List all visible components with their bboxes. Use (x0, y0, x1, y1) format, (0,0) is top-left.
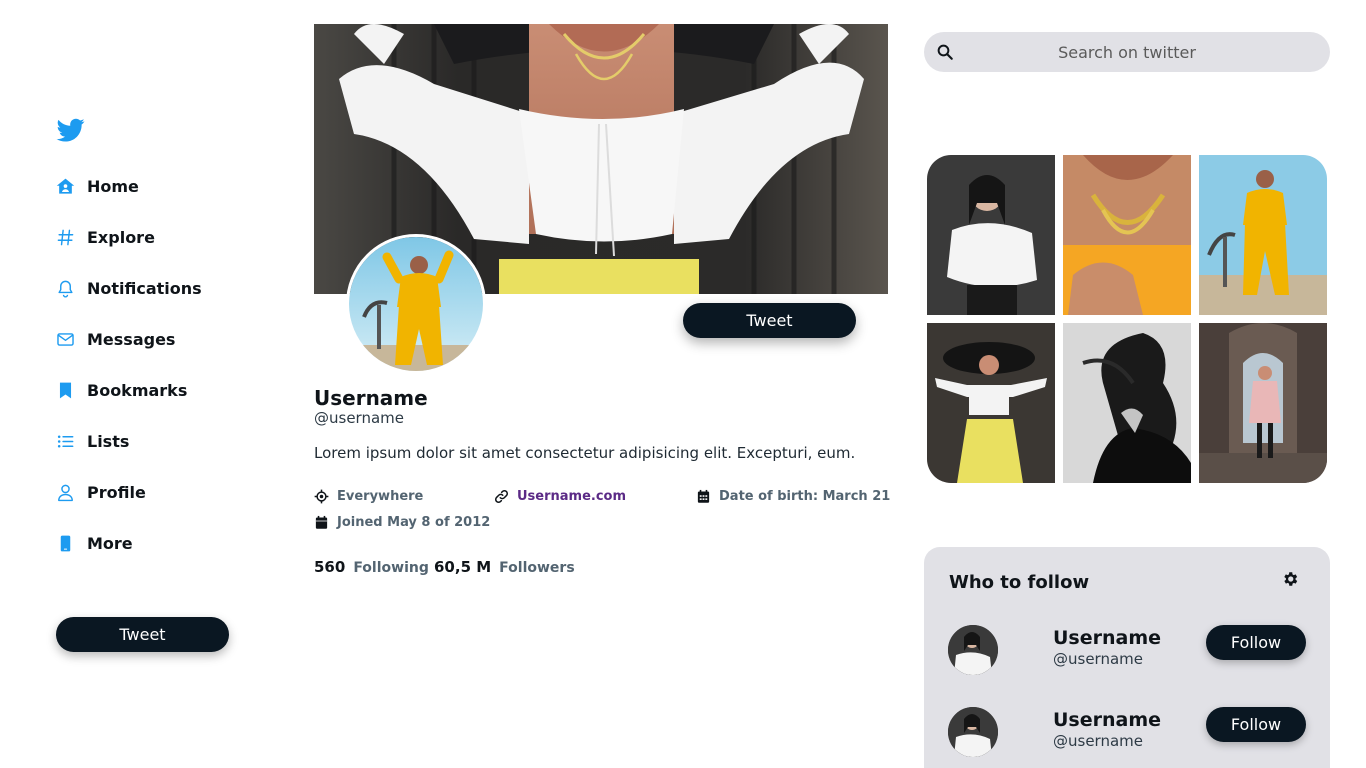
avatar[interactable] (948, 707, 998, 757)
profile-handle: @username (314, 409, 404, 427)
home-icon (55, 176, 75, 196)
nav-profile-label: Profile (87, 482, 146, 502)
following-label[interactable]: Following (353, 560, 429, 576)
gallery-photo-2[interactable] (1063, 155, 1191, 315)
nav-explore[interactable]: Explore (55, 225, 155, 249)
profile-birthdate-text: Date of birth: March 21 (719, 489, 891, 504)
follow-user-handle: @username (1053, 732, 1143, 750)
following-count: 560 (314, 558, 346, 576)
profile-name: Username (314, 386, 428, 410)
followers-label[interactable]: Followers (499, 560, 575, 576)
nav-profile[interactable]: Profile (55, 480, 146, 504)
nav-bookmarks-label: Bookmarks (87, 380, 188, 400)
profile-location-text: Everywhere (337, 489, 424, 504)
nav-messages[interactable]: Messages (55, 327, 175, 351)
gear-icon[interactable] (1281, 570, 1299, 588)
profile-website-text[interactable]: Username.com (517, 489, 626, 504)
profile-location: Everywhere (314, 489, 423, 504)
profile-avatar[interactable] (346, 234, 486, 374)
nav-more[interactable]: More (55, 531, 133, 555)
profile-joined-text: Joined May 8 of 2012 (337, 515, 491, 530)
search-bar[interactable] (924, 32, 1330, 72)
who-to-follow-panel: Who to follow Username @username Follow … (924, 547, 1330, 768)
gallery-photo-3[interactable] (1199, 155, 1327, 315)
who-to-follow-title: Who to follow (949, 572, 1090, 593)
sidebar-tweet-button[interactable]: Tweet (56, 617, 229, 652)
nav-lists[interactable]: Lists (55, 429, 129, 453)
profile-joined: Joined May 8 of 2012 (314, 515, 490, 530)
following-stat[interactable]: 560 Following (314, 558, 429, 576)
hashtag-icon (55, 227, 75, 247)
profile-birthdate: Date of birth: March 21 (696, 489, 890, 504)
follow-button[interactable]: Follow (1206, 707, 1306, 742)
bookmark-icon (55, 380, 75, 400)
calendar-icon (697, 489, 710, 503)
media-gallery (927, 155, 1327, 483)
search-input[interactable] (964, 32, 1330, 72)
nav-messages-label: Messages (87, 329, 176, 349)
link-icon (495, 490, 508, 503)
profile-tweet-button[interactable]: Tweet (683, 303, 856, 338)
follow-button[interactable]: Follow (1206, 625, 1306, 660)
nav-home-label: Home (87, 176, 139, 196)
gallery-photo-5[interactable] (1063, 323, 1191, 483)
followers-stat[interactable]: 60,5 M Followers (434, 558, 575, 576)
bell-icon (55, 278, 75, 298)
nav-explore-label: Explore (87, 227, 155, 247)
nav-home[interactable]: Home (55, 174, 139, 198)
gallery-photo-4[interactable] (927, 323, 1055, 483)
nav-more-label: More (87, 533, 133, 553)
follow-user-name: Username (1053, 627, 1162, 649)
follow-suggestion: Username @username Follow (924, 707, 1330, 759)
twitter-bird-icon[interactable] (56, 116, 86, 144)
location-target-icon (314, 489, 329, 504)
follow-user-handle: @username (1053, 650, 1143, 668)
phone-icon (55, 533, 75, 553)
gallery-photo-1[interactable] (927, 155, 1055, 315)
follow-user-name: Username (1053, 709, 1162, 731)
gallery-photo-6[interactable] (1199, 323, 1327, 483)
calendar-icon (315, 515, 328, 529)
profile-bio: Lorem ipsum dolor sit amet consectetur a… (314, 444, 856, 462)
nav-notifications-label: Notifications (87, 278, 202, 298)
search-icon (937, 44, 953, 60)
avatar[interactable] (948, 625, 998, 675)
nav-notifications[interactable]: Notifications (55, 276, 202, 300)
sidebar: Home Explore Notifications Messages Book… (0, 0, 290, 768)
nav-bookmarks[interactable]: Bookmarks (55, 378, 187, 402)
envelope-icon (55, 329, 75, 349)
follow-suggestion: Username @username Follow (924, 625, 1330, 677)
nav-lists-label: Lists (87, 431, 130, 451)
user-icon (55, 482, 75, 502)
profile-website[interactable]: Username.com (494, 489, 626, 504)
list-icon (55, 431, 75, 451)
followers-count: 60,5 M (434, 558, 492, 576)
